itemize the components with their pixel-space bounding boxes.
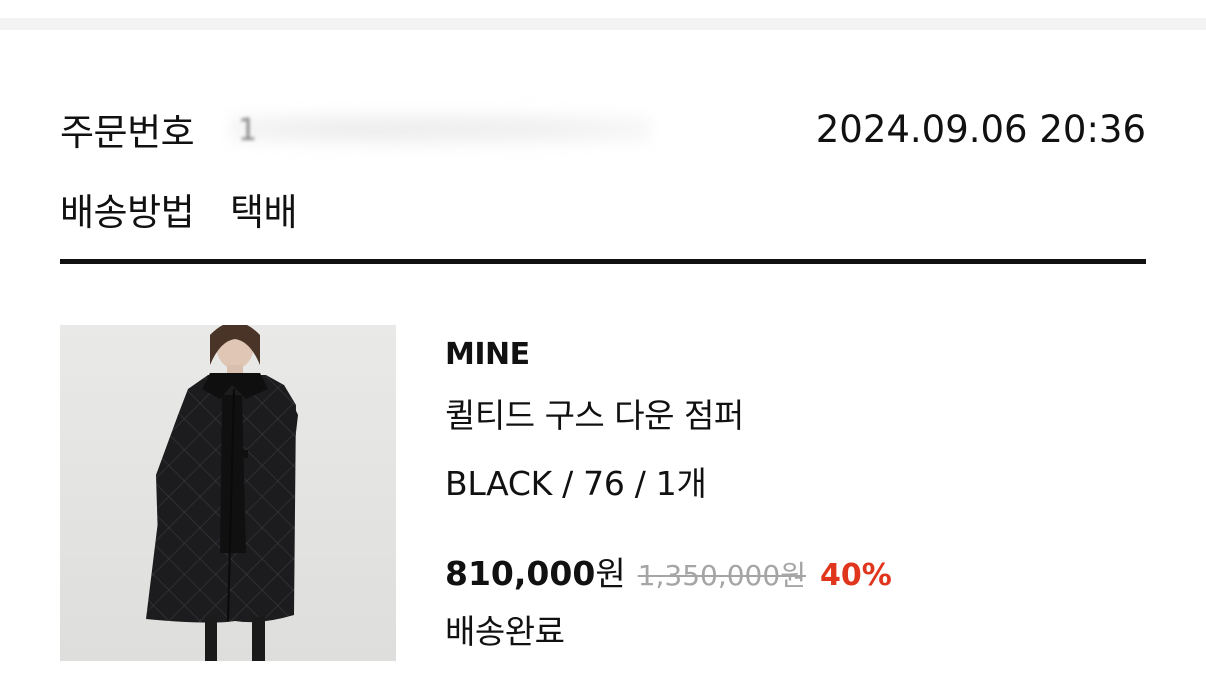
order-number-row: 주문번호 1 2024.09.06 20:36 — [60, 102, 1146, 156]
shipping-method-value: 택배 — [230, 191, 298, 234]
product-image-coat — [60, 325, 396, 661]
product-options: BLACK / 76 / 1개 — [445, 464, 707, 503]
delivery-status: 배송완료 — [445, 612, 565, 651]
shipping-method-label: 배송방법 — [60, 191, 195, 234]
top-separator-band — [0, 0, 1206, 30]
order-product-item[interactable]: MINE 퀼티드 구스 다운 점퍼 BLACK / 76 / 1개 810,00… — [60, 325, 1146, 661]
shipping-method-row: 배송방법 택배 — [60, 182, 298, 236]
order-number-label: 주문번호 — [60, 111, 195, 154]
order-header: 주문번호 1 2024.09.06 20:36 배송방법 택배 — [60, 30, 1146, 266]
order-datetime: 2024.09.06 20:36 — [815, 107, 1146, 151]
product-name[interactable]: 퀼티드 구스 다운 점퍼 — [445, 389, 744, 437]
product-price-row: 810,000원 1,350,000원 40% — [445, 547, 892, 595]
discount-rate: 40% — [819, 558, 892, 593]
order-number-value: 1 — [238, 113, 257, 148]
current-price: 810,000원 — [445, 547, 626, 595]
original-price: 1,350,000원 — [637, 559, 806, 592]
product-thumbnail[interactable] — [60, 325, 396, 661]
current-price-value: 810,000 — [445, 554, 596, 593]
order-number-value-redacted: 1 — [230, 107, 650, 151]
product-brand[interactable]: MINE — [445, 337, 530, 372]
header-divider — [60, 259, 1146, 264]
redaction-blur — [230, 107, 650, 151]
current-price-unit: 원 — [595, 554, 626, 593]
